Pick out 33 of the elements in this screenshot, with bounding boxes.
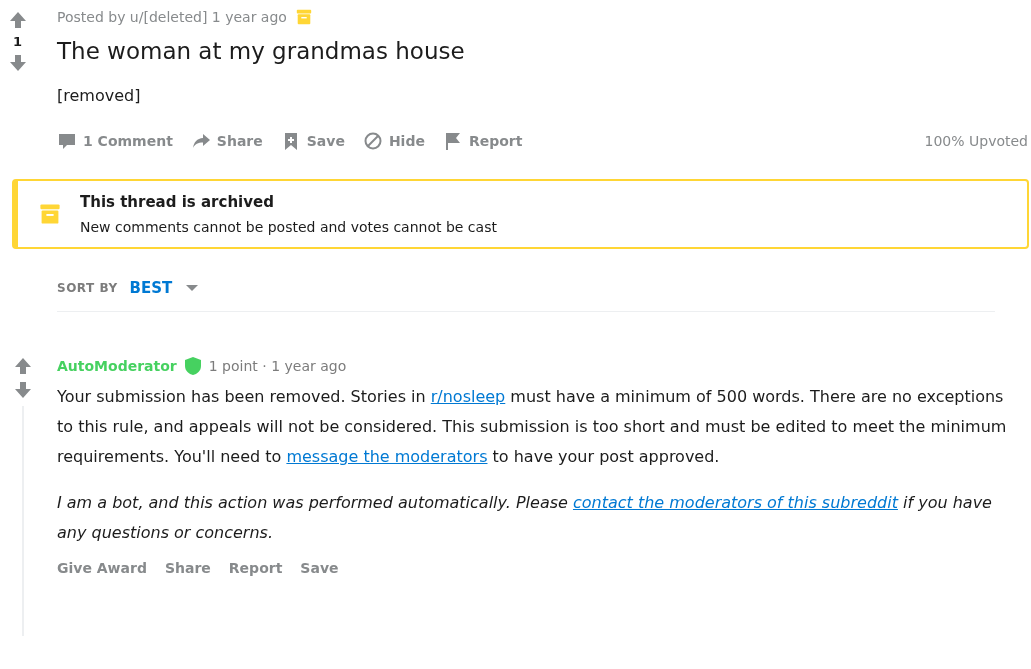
comment-action-button[interactable]: Give Award bbox=[57, 560, 147, 576]
comment-action-button[interactable]: Report bbox=[228, 560, 283, 576]
link[interactable]: r/nosleep bbox=[430, 387, 506, 406]
archive-icon bbox=[38, 202, 62, 226]
comment-button[interactable]: 1 Comment bbox=[57, 131, 191, 151]
comment-paragraph: Your submission has been removed. Stories in r/nosleep must have a minimum of 500 words. There are no exceptions to this rule, and appeals will not be considered. This submission is too short and must be edited to meet the minimum requirements. You'll need to message the moderators to have your post approved. bbox=[57, 386, 1008, 468]
upvote-icon[interactable] bbox=[7, 10, 28, 30]
banner-title: This thread is archived bbox=[80, 193, 275, 211]
save-button[interactable]: Save bbox=[280, 131, 363, 151]
link[interactable]: contact the moderators of this subreddit bbox=[572, 493, 898, 512]
post-body: [removed] bbox=[57, 86, 142, 105]
post-meta: Posted by u/[deleted] 1 year ago bbox=[57, 9, 287, 25]
report-button[interactable]: Report bbox=[442, 131, 541, 151]
post-title: The woman at my grandmas house bbox=[57, 38, 466, 64]
link[interactable]: message the moderators bbox=[286, 447, 488, 466]
hide-button[interactable]: Hide bbox=[362, 131, 443, 151]
banner-text: New comments cannot be posted and votes cannot be cast bbox=[80, 219, 497, 235]
comment-icon bbox=[57, 131, 77, 151]
vote-count: 1 bbox=[12, 34, 22, 49]
sort-dropdown[interactable]: BEST bbox=[129, 279, 199, 297]
sort-label: SORT BY bbox=[57, 281, 118, 295]
comment-action-button[interactable]: Share bbox=[164, 560, 211, 576]
share-button[interactable]: Share bbox=[190, 131, 281, 151]
comment-paragraph: I am a bot, and this action was performed automatically. Please contact the moderators of this subreddit if you have any questions or concerns. bbox=[57, 492, 993, 544]
downvote-icon[interactable] bbox=[7, 53, 28, 73]
upvote-ratio: 100% Upvoted bbox=[924, 133, 1028, 149]
upvote-icon[interactable] bbox=[13, 356, 33, 376]
hide-icon bbox=[362, 131, 383, 151]
downvote-icon[interactable] bbox=[13, 380, 33, 400]
comment-action-button[interactable]: Save bbox=[300, 560, 339, 576]
comment-author[interactable]: AutoModerator bbox=[57, 358, 177, 374]
comment-meta: 1 point · 1 year ago bbox=[208, 358, 347, 374]
caret-icon bbox=[186, 284, 199, 292]
